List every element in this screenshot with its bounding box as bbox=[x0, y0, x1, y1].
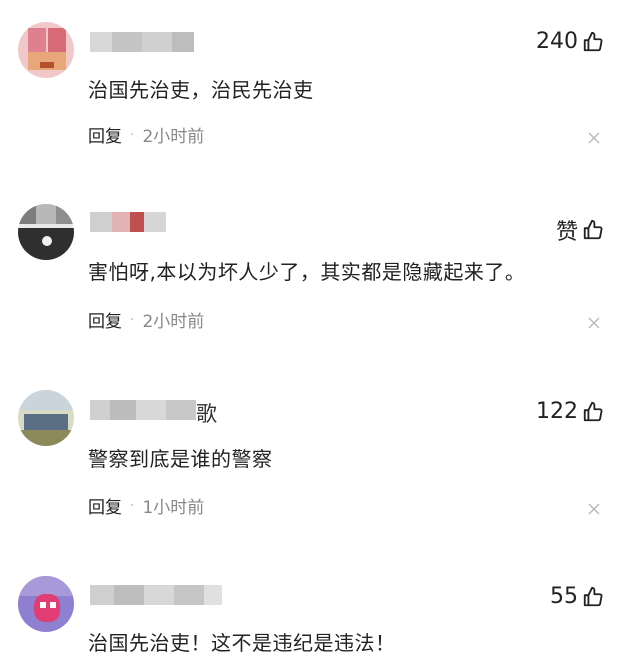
like-button[interactable]: 55 bbox=[550, 584, 604, 609]
like-button[interactable]: 赞 bbox=[556, 214, 604, 246]
comment-time: 1小时前 bbox=[142, 498, 205, 518]
thumbs-up-icon bbox=[583, 586, 603, 606]
avatar[interactable] bbox=[18, 390, 74, 446]
reply-button[interactable]: 回复 bbox=[88, 493, 122, 518]
like-count: 122 bbox=[536, 399, 578, 424]
comment-text: 治国先治吏，治民先治吏 bbox=[88, 78, 314, 102]
close-icon bbox=[588, 317, 600, 329]
thumbs-up-icon bbox=[583, 401, 603, 421]
thumbs-up-icon bbox=[583, 219, 603, 240]
avatar[interactable] bbox=[18, 22, 74, 78]
thumbs-up-icon bbox=[583, 31, 603, 51]
close-icon bbox=[588, 503, 600, 515]
comment-text: 警察到底是谁的警察 bbox=[88, 447, 273, 471]
username-blurred[interactable] bbox=[90, 212, 166, 232]
avatar[interactable] bbox=[18, 204, 74, 260]
reply-button[interactable]: 回复 bbox=[88, 122, 122, 147]
username-blurred[interactable] bbox=[90, 32, 194, 52]
username-blurred[interactable] bbox=[90, 400, 196, 420]
username-suffix: 歌 bbox=[196, 402, 217, 426]
comment-meta: 回复 · 2小时前 bbox=[88, 307, 205, 333]
like-count: 240 bbox=[536, 29, 578, 54]
close-button[interactable] bbox=[588, 129, 600, 144]
like-count: 55 bbox=[550, 584, 578, 609]
username-blurred[interactable] bbox=[90, 585, 222, 605]
avatar[interactable] bbox=[18, 576, 74, 632]
comment-meta: 回复 · 2小时前 bbox=[88, 122, 205, 148]
like-button[interactable]: 122 bbox=[536, 399, 604, 424]
comment-time: 2小时前 bbox=[142, 127, 205, 147]
comment-text: 害怕呀,本以为坏人少了，其实都是隐藏起来了。 bbox=[88, 260, 526, 284]
close-icon bbox=[588, 132, 600, 144]
separator-dot: · bbox=[130, 497, 135, 514]
comment-meta: 回复 · 1小时前 bbox=[88, 493, 205, 519]
reply-button[interactable]: 回复 bbox=[88, 307, 122, 332]
separator-dot: · bbox=[130, 311, 135, 328]
comment-text: 治国先治吏！这不是违纪是违法！ bbox=[88, 631, 396, 655]
like-count: 赞 bbox=[555, 220, 578, 245]
separator-dot: · bbox=[130, 126, 135, 143]
like-button[interactable]: 240 bbox=[536, 29, 604, 54]
comment-time: 2小时前 bbox=[142, 312, 205, 332]
close-button[interactable] bbox=[588, 500, 600, 515]
close-button[interactable] bbox=[588, 314, 600, 329]
